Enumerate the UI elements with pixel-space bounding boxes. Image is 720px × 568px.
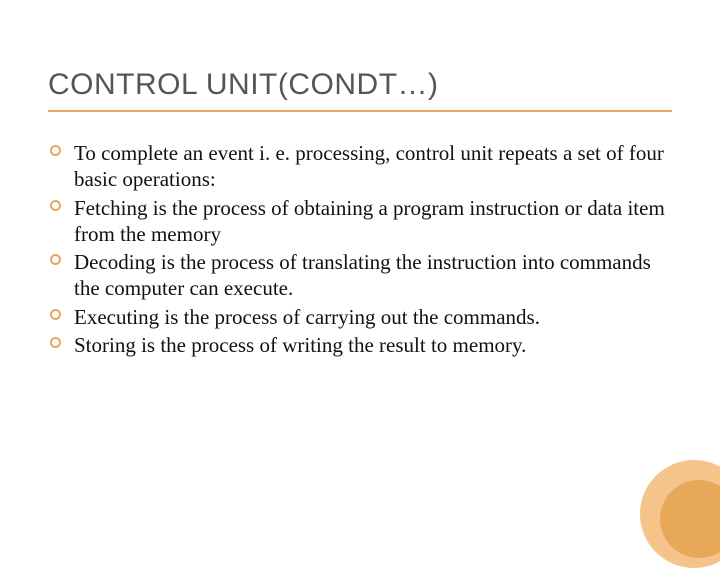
circle-bullet-icon [50, 309, 61, 320]
list-item: Executing is the process of carrying out… [48, 304, 672, 330]
list-item: Fetching is the process of obtaining a p… [48, 195, 672, 248]
bullet-list: To complete an event i. e. processing, c… [48, 140, 672, 358]
list-item: Decoding is the process of translating t… [48, 249, 672, 302]
slide-title: CONTROL UNIT(CONDT…) [48, 68, 672, 102]
circle-bullet-icon [50, 145, 61, 156]
circle-bullet-icon [50, 254, 61, 265]
list-item-text: Decoding is the process of translating t… [74, 250, 651, 300]
circle-bullet-icon [50, 200, 61, 211]
list-item: To complete an event i. e. processing, c… [48, 140, 672, 193]
list-item: Storing is the process of writing the re… [48, 332, 672, 358]
list-item-text: Fetching is the process of obtaining a p… [74, 196, 665, 246]
list-item-text: Storing is the process of writing the re… [74, 333, 526, 357]
circle-bullet-icon [50, 337, 61, 348]
list-item-text: To complete an event i. e. processing, c… [74, 141, 664, 191]
title-underline [48, 110, 672, 112]
list-item-text: Executing is the process of carrying out… [74, 305, 540, 329]
slide: CONTROL UNIT(CONDT…) To complete an even… [0, 0, 720, 540]
